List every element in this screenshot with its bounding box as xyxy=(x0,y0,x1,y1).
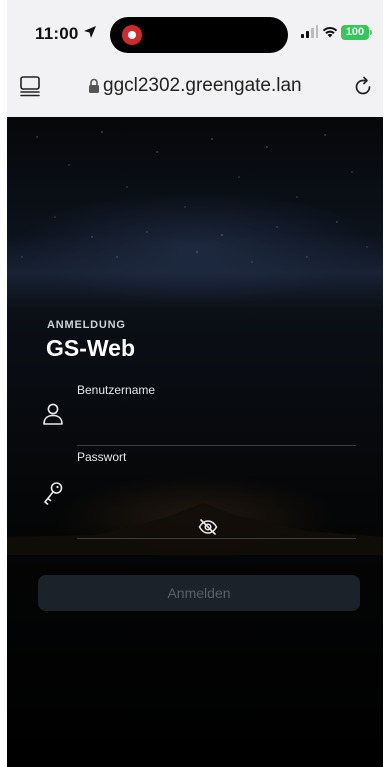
login-page: ANMELDUNG GS-Web Benutzername Passwort A… xyxy=(7,117,383,767)
reload-icon[interactable] xyxy=(353,75,373,102)
section-label: ANMELDUNG xyxy=(47,319,126,331)
user-icon xyxy=(42,402,64,431)
status-bar: 11:00 100 xyxy=(7,0,383,60)
page-title: GS-Web xyxy=(46,335,136,361)
wifi-icon xyxy=(321,24,339,44)
key-icon xyxy=(42,481,64,510)
username-input[interactable] xyxy=(77,417,355,441)
lock-icon xyxy=(88,78,100,99)
url-text[interactable]: ggcl2302.greengate.lan xyxy=(103,75,302,97)
status-time: 11:00 xyxy=(35,24,79,43)
password-underline xyxy=(77,538,356,539)
recording-indicator-icon xyxy=(122,25,142,45)
browser-chrome: 11:00 100 ggcl2302.greengate.lan xyxy=(7,0,383,117)
eye-off-icon[interactable] xyxy=(198,519,218,540)
starfield xyxy=(21,131,368,263)
cellular-signal-icon xyxy=(300,25,318,44)
battery-icon: 100 xyxy=(341,25,372,40)
username-label: Benutzername xyxy=(77,383,156,397)
phone-screen: 11:00 100 ggcl2302.greengate.lan ANMELDU… xyxy=(7,0,383,767)
location-arrow-icon xyxy=(83,25,97,44)
login-button[interactable]: Anmelden xyxy=(38,575,360,611)
address-bar[interactable]: ggcl2302.greengate.lan xyxy=(7,63,383,111)
dynamic-island xyxy=(110,17,288,53)
tabs-icon[interactable] xyxy=(19,75,41,102)
password-label: Passwort xyxy=(77,450,127,464)
username-underline xyxy=(77,445,356,446)
